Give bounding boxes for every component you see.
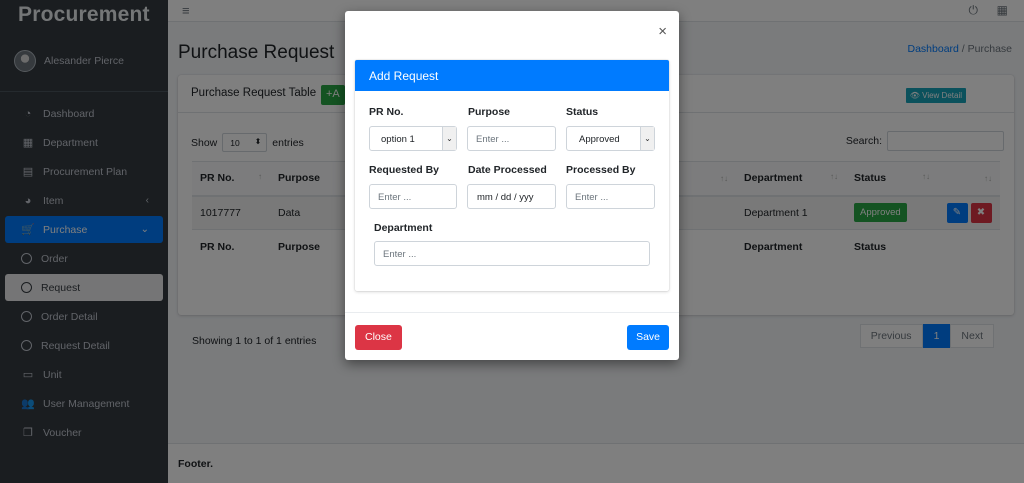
status-label: Status: [566, 106, 599, 118]
add-request-modal: × Add Request PR No. option 1 ⌄ Purpose …: [345, 11, 679, 360]
requested-by-label: Requested By: [369, 164, 440, 176]
date-processed-input[interactable]: mm / dd / yyy: [467, 184, 556, 209]
pr-no-select[interactable]: option 1 ⌄: [369, 126, 457, 151]
status-select[interactable]: Approved ⌄: [566, 126, 655, 151]
add-request-card: Add Request PR No. option 1 ⌄ Purpose En…: [355, 60, 669, 291]
department-label: Department: [374, 222, 433, 234]
save-button[interactable]: Save: [627, 325, 669, 350]
processed-by-input[interactable]: Enter ...: [566, 184, 655, 209]
department-input[interactable]: Enter ...: [374, 241, 650, 266]
chevron-down-icon: ⌄: [442, 127, 456, 150]
pr-no-value: option 1: [381, 134, 415, 145]
close-icon[interactable]: ×: [658, 23, 667, 40]
processed-by-label: Processed By: [566, 164, 636, 176]
purpose-label: Purpose: [468, 106, 511, 118]
status-value: Approved: [579, 134, 620, 145]
close-button[interactable]: Close: [355, 325, 402, 350]
requested-by-input[interactable]: Enter ...: [369, 184, 457, 209]
purpose-input[interactable]: Enter ...: [467, 126, 556, 151]
modal-footer: Close Save: [345, 312, 679, 360]
modal-card-title: Add Request: [355, 60, 669, 91]
date-processed-label: Date Processed: [468, 164, 547, 176]
chevron-down-icon: ⌄: [640, 127, 654, 150]
pr-no-label: PR No.: [369, 106, 404, 118]
